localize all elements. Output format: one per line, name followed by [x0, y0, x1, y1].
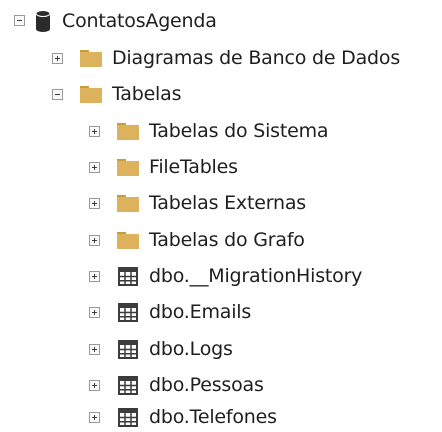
tree-node-label: Diagramas de Banco de Dados [112, 47, 401, 69]
table-icon [118, 267, 138, 286]
collapse-toggle[interactable] [14, 15, 25, 26]
expand-toggle[interactable] [52, 53, 63, 64]
table-icon [118, 376, 138, 395]
tree-node-label: Tabelas Externas [149, 192, 306, 214]
expand-toggle[interactable] [89, 412, 100, 423]
expand-toggle[interactable] [89, 235, 100, 246]
object-explorer-tree: ContatosAgenda Diagramas de Banco de Dad… [0, 0, 442, 432]
tree-node-label: dbo.Logs [149, 338, 233, 360]
database-icon [35, 10, 51, 32]
tree-node-label: Tabelas do Sistema [149, 120, 329, 142]
tree-node-label: Tabelas [112, 83, 182, 105]
folder-icon [80, 86, 102, 103]
tree-node-label: FileTables [149, 156, 238, 178]
tree-node-label: dbo.Pessoas [149, 374, 264, 396]
table-icon [118, 303, 138, 322]
tree-node-label: dbo.__MigrationHistory [149, 265, 363, 287]
expand-toggle[interactable] [89, 126, 100, 137]
tree-node-label: dbo.Telefones [149, 406, 277, 428]
expand-toggle[interactable] [89, 198, 100, 209]
folder-icon [117, 123, 139, 140]
collapse-toggle[interactable] [52, 89, 63, 100]
tree-node-label: ContatosAgenda [62, 10, 217, 32]
table-icon [118, 340, 138, 359]
expand-toggle[interactable] [89, 380, 100, 391]
folder-icon [117, 159, 139, 176]
expand-toggle[interactable] [89, 271, 100, 282]
expand-toggle[interactable] [89, 162, 100, 173]
tree-node-label: dbo.Emails [149, 301, 252, 323]
folder-icon [117, 195, 139, 212]
folder-icon [117, 232, 139, 249]
expand-toggle[interactable] [89, 344, 100, 355]
expand-toggle[interactable] [89, 307, 100, 318]
folder-icon [80, 50, 102, 67]
tree-node-label: Tabelas do Grafo [149, 229, 305, 251]
table-icon [118, 408, 138, 427]
